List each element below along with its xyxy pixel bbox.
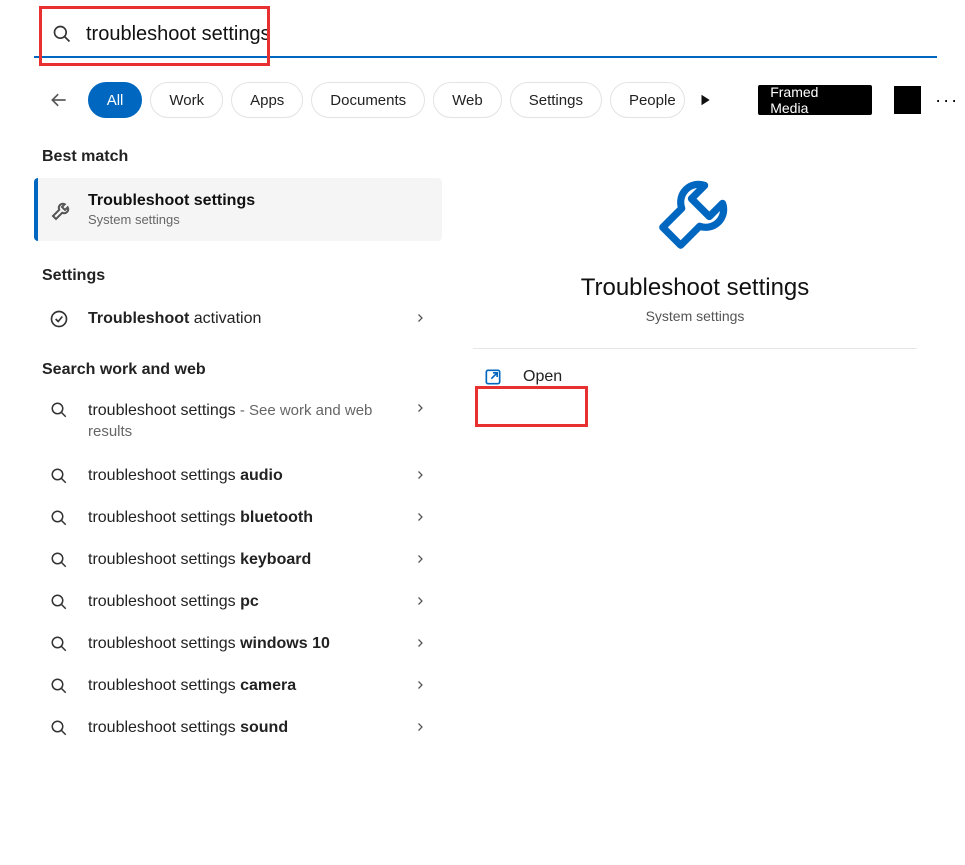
- result-label: troubleshoot settings pc: [88, 593, 414, 611]
- web-result-item[interactable]: troubleshoot settings windows 10: [34, 623, 442, 665]
- ellipsis-icon: ···: [935, 90, 959, 111]
- tab-web[interactable]: Web: [433, 82, 502, 118]
- result-label: troubleshoot settings camera: [88, 677, 414, 695]
- search-icon: [48, 551, 70, 569]
- chevron-right-icon: [414, 552, 432, 568]
- result-label: troubleshoot settings bluetooth: [88, 509, 414, 527]
- tabs-scroll-right-button[interactable]: [693, 82, 717, 118]
- chevron-right-icon: [414, 720, 432, 736]
- filter-tabs-row: All Work Apps Documents Web Settings Peo…: [42, 80, 965, 120]
- tab-people[interactable]: People: [610, 82, 685, 118]
- best-match-heading: Best match: [34, 140, 442, 178]
- checkmark-circle-icon: [48, 309, 70, 329]
- search-input[interactable]: [72, 23, 937, 46]
- chevron-right-icon: [414, 468, 432, 484]
- search-icon: [48, 593, 70, 611]
- results-left-panel: Best match Troubleshoot settings System …: [34, 140, 442, 749]
- chevron-right-icon: [414, 311, 432, 327]
- search-icon: [48, 467, 70, 485]
- search-icon: [52, 24, 72, 44]
- web-result-item[interactable]: troubleshoot settings sound: [34, 707, 442, 749]
- chevron-right-icon: [414, 678, 432, 694]
- result-label: troubleshoot settings windows 10: [88, 635, 414, 653]
- search-web-heading: Search work and web: [34, 353, 442, 391]
- detail-title: Troubleshoot settings: [455, 274, 935, 302]
- search-icon: [48, 509, 70, 527]
- account-avatar[interactable]: [894, 86, 922, 114]
- wrench-icon: [652, 170, 738, 256]
- tab-all[interactable]: All: [88, 82, 143, 118]
- open-label: Open: [523, 368, 562, 386]
- detail-subtitle: System settings: [455, 308, 935, 324]
- web-result-item[interactable]: troubleshoot settings audio: [34, 455, 442, 497]
- back-button[interactable]: [42, 83, 76, 117]
- best-match-result[interactable]: Troubleshoot settings System settings: [34, 178, 442, 241]
- best-match-title: Troubleshoot settings: [88, 192, 255, 210]
- triangle-right-icon: [698, 93, 712, 107]
- search-bar[interactable]: [34, 12, 937, 58]
- settings-result-troubleshoot-activation[interactable]: Troubleshoot activation: [34, 297, 442, 341]
- result-detail-panel: Troubleshoot settings System settings Op…: [455, 140, 935, 405]
- framed-media-badge[interactable]: Framed Media: [758, 85, 871, 115]
- result-label: Troubleshoot activation: [88, 310, 414, 328]
- chevron-right-icon: [414, 594, 432, 610]
- result-label: troubleshoot settings - See work and web…: [88, 401, 414, 443]
- web-result-item[interactable]: troubleshoot settings bluetooth: [34, 497, 442, 539]
- best-match-subtitle: System settings: [88, 212, 255, 227]
- search-icon: [48, 401, 70, 419]
- tab-work[interactable]: Work: [150, 82, 223, 118]
- chevron-right-icon: [414, 636, 432, 652]
- tab-apps[interactable]: Apps: [231, 82, 303, 118]
- open-action[interactable]: Open: [467, 349, 923, 405]
- chevron-right-icon: [414, 401, 432, 417]
- web-result-item[interactable]: troubleshoot settings pc: [34, 581, 442, 623]
- search-icon: [48, 677, 70, 695]
- result-label: troubleshoot settings sound: [88, 719, 414, 737]
- arrow-left-icon: [49, 90, 69, 110]
- open-external-icon: [483, 367, 503, 387]
- settings-heading: Settings: [34, 259, 442, 297]
- result-label: troubleshoot settings keyboard: [88, 551, 414, 569]
- web-result-item[interactable]: troubleshoot settings camera: [34, 665, 442, 707]
- more-options-button[interactable]: ···: [929, 82, 965, 118]
- chevron-right-icon: [414, 510, 432, 526]
- web-result-item[interactable]: troubleshoot settings - See work and web…: [34, 391, 442, 455]
- tab-documents[interactable]: Documents: [311, 82, 425, 118]
- tab-settings[interactable]: Settings: [510, 82, 602, 118]
- result-label: troubleshoot settings audio: [88, 467, 414, 485]
- wrench-icon: [50, 198, 74, 222]
- web-result-item[interactable]: troubleshoot settings keyboard: [34, 539, 442, 581]
- search-icon: [48, 635, 70, 653]
- search-icon: [48, 719, 70, 737]
